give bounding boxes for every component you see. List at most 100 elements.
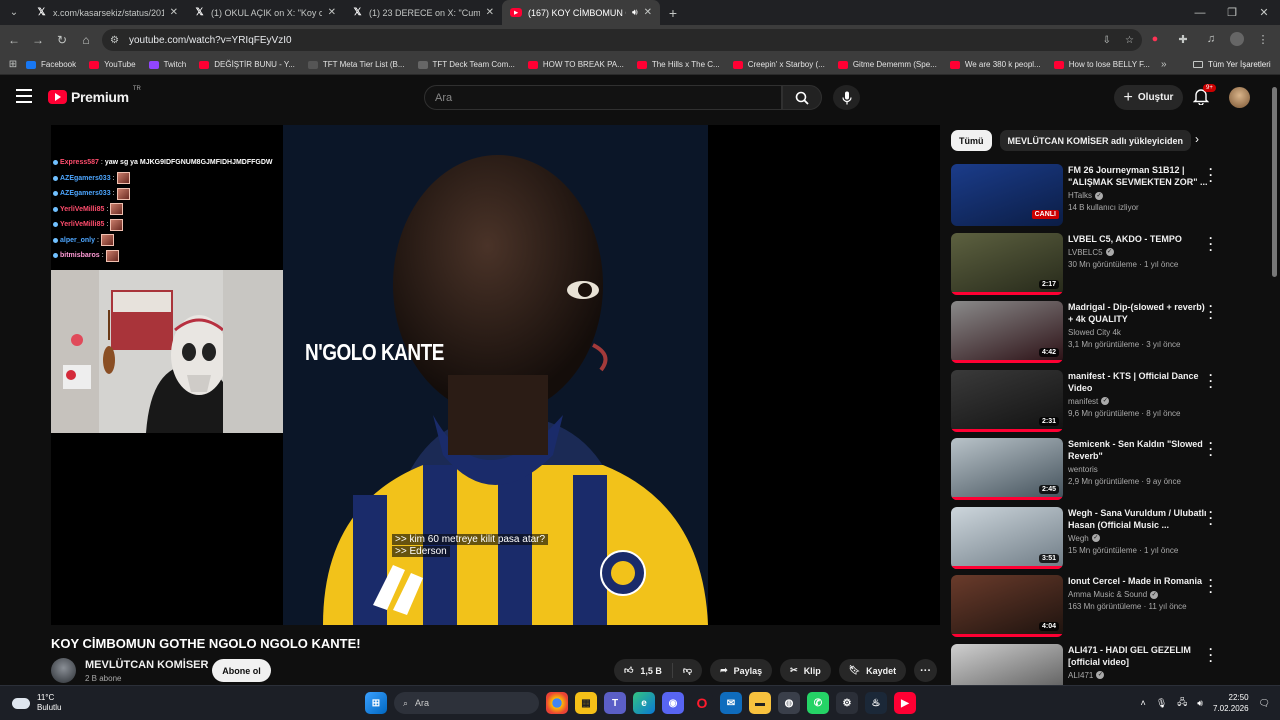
youtube-logo[interactable]: Premium TR	[48, 86, 141, 105]
bookmark-item[interactable]: The Hills x The C...	[636, 60, 720, 69]
teams-icon[interactable]: T	[604, 692, 626, 714]
chrome-icon[interactable]	[546, 692, 568, 714]
channel-avatar[interactable]	[51, 658, 76, 683]
video-thumbnail[interactable]: 2:45	[951, 438, 1063, 500]
video-thumbnail[interactable]: 3:51	[951, 506, 1063, 569]
install-app-icon[interactable]: ⇩	[1103, 35, 1111, 46]
clock[interactable]: 22:50 7.02.2026	[1213, 692, 1249, 714]
edge-icon[interactable]: e	[633, 692, 655, 714]
profile-icon[interactable]	[1230, 32, 1244, 46]
hamburger-menu-icon[interactable]	[16, 89, 32, 103]
close-tab-icon[interactable]: ✕	[644, 7, 652, 18]
video-thumbnail[interactable]: 4:04	[951, 575, 1063, 637]
bookmark-item[interactable]: Creepin' x Starboy (...	[732, 60, 825, 69]
url-text[interactable]: youtube.com/watch?v=YRIqFEyVzI0	[129, 35, 292, 46]
recommended-video[interactable]: CANLI FM 26 Journeyman S1B12 | "ALIŞMAK S…	[951, 163, 1251, 226]
video-player[interactable]: Express587: yaw sg ya MJKG9IDFGNUM8GJMFID…	[51, 125, 940, 625]
page-scrollbar[interactable]	[1272, 87, 1277, 277]
new-tab-button[interactable]: +	[660, 0, 686, 25]
subscribe-button[interactable]: Abone ol	[212, 659, 271, 682]
bookmark-star-icon[interactable]: ☆	[1125, 35, 1134, 46]
channel-name[interactable]: MEVLÜTCAN KOMİSER	[85, 659, 208, 671]
dislike-button[interactable]: 👎︎	[673, 665, 702, 676]
more-options-icon[interactable]: · · ·	[1209, 437, 1213, 461]
chip-from-uploader[interactable]: MEVLÜTCAN KOMİSER adlı yükleyiciden	[999, 130, 1192, 151]
site-info-icon[interactable]: ⚙	[110, 35, 119, 46]
search-button[interactable]	[782, 85, 822, 110]
chrome-active-icon[interactable]: ◍	[778, 692, 800, 714]
recommended-video-title[interactable]: Madrigal - Dip-(slowed + reverb) + 4k QU…	[1068, 301, 1211, 325]
clip-button[interactable]: ✂ Klip	[780, 659, 831, 682]
omnibox[interactable]: ⚙ youtube.com/watch?v=YRIqFEyVzI0 ⇩ ☆	[102, 29, 1142, 51]
home-icon[interactable]: ⌂	[74, 28, 98, 52]
bookmark-item[interactable]: Twitch	[148, 60, 186, 69]
share-button[interactable]: ➦ Paylaş	[710, 659, 773, 682]
bookmark-item[interactable]: HOW TO BREAK PA...	[527, 60, 624, 69]
back-icon[interactable]: ←	[2, 28, 26, 52]
chip-all[interactable]: Tümü	[951, 130, 992, 151]
extension-red-icon[interactable]: ●	[1146, 29, 1164, 49]
recommended-video-title[interactable]: Semicenk - Sen Kaldın "Slowed Reverb"	[1068, 438, 1211, 462]
mail-icon[interactable]: ✉	[720, 692, 742, 714]
speaker-icon[interactable]: 🔊︎	[632, 7, 638, 18]
more-options-icon[interactable]: · · ·	[1209, 643, 1213, 667]
store-icon[interactable]: ▦	[575, 692, 597, 714]
notifications-button[interactable]: 9+	[1192, 84, 1216, 107]
more-options-icon[interactable]: · · ·	[1209, 163, 1213, 187]
recommended-video-title[interactable]: LVBEL C5, AKDO - TEMPO	[1068, 233, 1211, 245]
recommended-channel[interactable]: Wegh ✓	[1068, 534, 1211, 543]
bookmarks-overflow-icon[interactable]: »	[1161, 59, 1167, 70]
close-tab-icon[interactable]: ✕	[170, 7, 178, 18]
recommended-channel[interactable]: Slowed City 4k	[1068, 328, 1211, 337]
discord-icon[interactable]: ◉	[662, 692, 684, 714]
recommended-channel[interactable]: wentoris	[1068, 465, 1211, 474]
close-window-icon[interactable]: ✕	[1248, 0, 1280, 25]
recommended-video[interactable]: 2:31 manifest - KTS | Official Dance Vide…	[951, 369, 1251, 432]
browser-tab[interactable]: 𝕏 (1) OKUL AÇIK on X: "Koy cimbo ✕	[186, 0, 344, 25]
bookmark-item[interactable]: TFT Meta Tier List (B...	[307, 60, 405, 69]
apps-grid-icon[interactable]: ⊞	[0, 59, 26, 70]
recommended-video[interactable]: 3:51 Wegh - Sana Vuruldum / Ulubatlı Hasa…	[951, 506, 1251, 569]
recommended-video-title[interactable]: ALI471 - HADI GEL GEZELIM [official vide…	[1068, 644, 1211, 668]
search-input[interactable]: Ara	[424, 85, 782, 110]
tray-mic-icon[interactable]: 🎙︎	[1156, 698, 1167, 709]
close-tab-icon[interactable]: ✕	[486, 7, 494, 18]
settings-app-icon[interactable]: ⚙	[836, 692, 858, 714]
video-thumbnail[interactable]: 4:42	[951, 301, 1063, 363]
bookmark-item[interactable]: How to lose BELLY F...	[1053, 60, 1150, 69]
all-bookmarks-folder[interactable]: Tüm Yer İşaretleri	[1193, 60, 1271, 69]
bookmark-item[interactable]: We are 380 k peopl...	[949, 60, 1041, 69]
browser-menu-icon[interactable]: ⋮	[1254, 29, 1272, 49]
browser-tab[interactable]: 𝕏x.com/kasarsekiz/status/20158 ✕	[28, 0, 186, 25]
recommended-channel[interactable]: HTalks ✓	[1068, 191, 1211, 200]
video-thumbnail[interactable]: 2:31	[951, 369, 1063, 432]
tray-overflow-icon[interactable]: ˄	[1141, 698, 1146, 708]
notification-center-icon[interactable]: 🗨︎	[1259, 698, 1270, 709]
browser-tab[interactable]: 𝕏 (1) 23 DERECE on X: "Cumhurba ✕	[344, 0, 502, 25]
bookmark-item[interactable]: TFT Deck Team Com...	[417, 60, 515, 69]
chips-next-arrow-icon[interactable]: ›	[1195, 132, 1199, 146]
tab-search-chevron-icon[interactable]: ⌄	[0, 0, 28, 25]
file-explorer-icon[interactable]: ▬	[749, 692, 771, 714]
recommended-channel[interactable]: LVBELC5 ✓	[1068, 248, 1211, 257]
steam-icon[interactable]: ♨	[865, 692, 887, 714]
create-button[interactable]: + Oluştur	[1114, 85, 1183, 110]
more-options-icon[interactable]: · · ·	[1209, 506, 1213, 530]
whatsapp-icon[interactable]: ✆	[807, 692, 829, 714]
more-options-icon[interactable]: · · ·	[1209, 300, 1213, 324]
more-actions-icon[interactable]: ···	[914, 659, 938, 682]
opera-icon[interactable]: O	[691, 692, 713, 714]
youtube-app-icon[interactable]: ▶	[894, 692, 916, 714]
more-options-icon[interactable]: · · ·	[1209, 574, 1213, 598]
bookmark-item[interactable]: Gitme Dememm (Spe...	[837, 60, 937, 69]
extensions-puzzle-icon[interactable]: ✚	[1174, 29, 1192, 49]
volume-icon[interactable]: 🔊︎	[1197, 698, 1203, 709]
forward-icon[interactable]: →	[26, 28, 50, 52]
recommended-video[interactable]: 2:45 Semicenk - Sen Kaldın "Slowed Reverb…	[951, 437, 1251, 500]
video-thumbnail[interactable]: 2:17	[951, 232, 1063, 295]
like-button[interactable]: 👍︎ 1,5 B	[614, 663, 673, 678]
more-options-icon[interactable]: · · ·	[1209, 369, 1213, 393]
bookmark-item[interactable]: DEĞİŞTİR BUNU - Y...	[199, 60, 295, 69]
recommended-video-title[interactable]: Wegh - Sana Vuruldum / Ulubatlı Hasan (O…	[1068, 507, 1211, 531]
more-options-icon[interactable]: · · ·	[1209, 232, 1213, 256]
